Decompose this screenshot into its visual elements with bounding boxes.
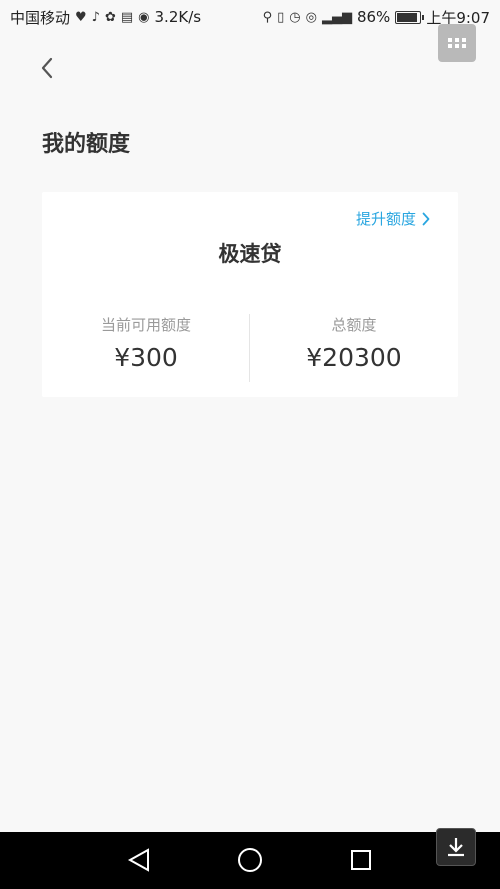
- download-icon: [448, 838, 464, 857]
- baidu-icon: ✿: [104, 9, 116, 25]
- location-icon: ⚲: [262, 9, 273, 25]
- tiktok-icon: ♪: [91, 9, 100, 25]
- product-name: 极速贷: [218, 242, 282, 266]
- back-triangle-icon[interactable]: [126, 846, 152, 874]
- page-title: 我的额度: [42, 132, 131, 157]
- available-credit-label: 当前可用额度: [100, 316, 191, 334]
- news-icon: ▤: [120, 9, 134, 25]
- recents-square-icon[interactable]: [349, 846, 373, 874]
- total-credit-label: 总额度: [331, 316, 377, 334]
- status-bar-left: 中国移动 ♥ ♪ ✿ ▤ ◉ 3.2K/s: [10, 7, 201, 28]
- download-button[interactable]: [436, 828, 476, 866]
- raise-limit-link[interactable]: 提升额度: [356, 208, 430, 229]
- back-button[interactable]: [36, 54, 60, 82]
- status-bar: 中国移动 ♥ ♪ ✿ ▤ ◉ 3.2K/s ⚲ ▯ ◷ ◎ ▂▄▆ 86% 上午…: [0, 0, 500, 34]
- app-icon: ◉: [138, 9, 150, 25]
- eye-icon: ◎: [305, 9, 317, 25]
- floating-menu-button[interactable]: [438, 24, 476, 62]
- battery-percent: 86%: [356, 8, 391, 26]
- available-credit: 当前可用额度 ¥300: [42, 314, 250, 372]
- home-circle-icon[interactable]: [236, 846, 264, 874]
- alarm-icon: ◷: [289, 9, 301, 25]
- available-credit-value: ¥300: [114, 343, 178, 372]
- signal-icon: ▂▄▆: [321, 9, 352, 25]
- raise-limit-label: 提升额度: [355, 210, 416, 228]
- vibrate-icon: ▯: [277, 9, 285, 25]
- battery-icon: [395, 10, 425, 24]
- navigation-bar: [0, 828, 500, 889]
- total-credit: 总额度 ¥20300: [250, 314, 458, 372]
- carrier-label: 中国移动: [10, 8, 71, 27]
- heart-icon: ♥: [75, 9, 87, 25]
- total-credit-value: ¥20300: [306, 343, 402, 372]
- credit-card-panel: 提升额度 极速贷 当前可用额度 ¥300 总额度 ¥20300: [42, 192, 458, 397]
- net-speed: 3.2K/s: [154, 8, 202, 26]
- chevron-left-icon: [41, 57, 53, 79]
- grid-icon: [448, 38, 466, 48]
- chevron-right-icon: [422, 212, 430, 225]
